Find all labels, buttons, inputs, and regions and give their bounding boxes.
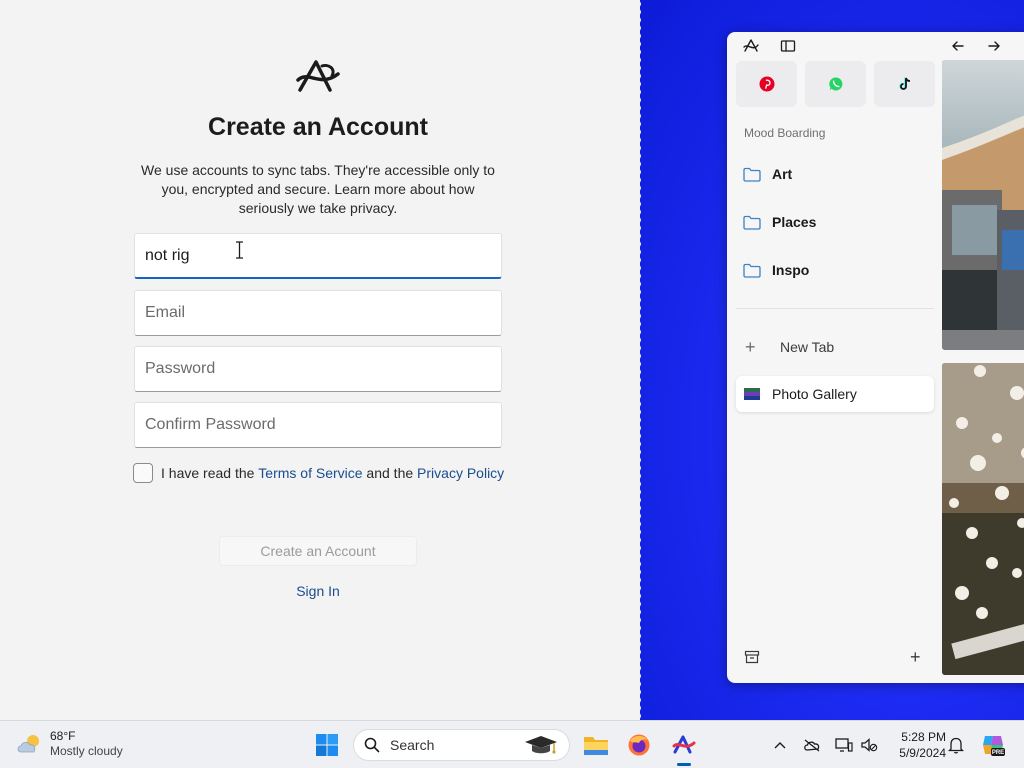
taskbar-search-box[interactable]: Search [353, 729, 570, 761]
system-clock[interactable]: 5:28 PM 5/9/2024 [888, 729, 946, 761]
onedrive-tray-button[interactable] [802, 735, 822, 755]
plus-icon: + [745, 337, 756, 357]
wavy-edge [630, 0, 641, 720]
graduation-cap-icon [525, 736, 557, 754]
folder-icon [743, 215, 761, 230]
network-icon [835, 738, 853, 752]
folder-art[interactable]: Art [735, 154, 935, 194]
folder-icon [743, 263, 761, 278]
arc-browser-button[interactable] [668, 729, 700, 761]
folder-places[interactable]: Places [735, 202, 935, 242]
space-name-label: Mood Boarding [744, 126, 826, 140]
page-title: Create an Account [208, 113, 428, 141]
cloud-offline-icon [804, 739, 820, 752]
weather-temperature: 68°F [50, 729, 76, 743]
chevron-up-icon [774, 742, 786, 749]
signup-page: Create an Account We use accounts to syn… [0, 0, 640, 720]
speaker-muted-icon [861, 738, 878, 752]
notifications-button[interactable] [946, 735, 966, 755]
volume-tray-button[interactable] [859, 735, 879, 755]
tab-photo-gallery[interactable]: Photo Gallery [736, 376, 934, 412]
active-app-indicator [677, 763, 691, 766]
bell-icon [948, 737, 964, 754]
cloudy-weather-icon [17, 735, 39, 753]
clock-date: 5/9/2024 [899, 746, 946, 760]
folder-label: Places [772, 214, 817, 230]
beach-aerial-photo [942, 60, 1024, 350]
string-lights-photo [942, 363, 1024, 675]
pinterest-icon [759, 76, 774, 92]
weather-condition: Mostly cloudy [50, 744, 123, 758]
archive-icon[interactable] [744, 649, 760, 665]
confirm-password-field[interactable] [134, 402, 502, 448]
network-tray-button[interactable] [834, 735, 854, 755]
photo-gallery-favicon-icon [744, 388, 760, 400]
terms-checkbox[interactable] [133, 463, 153, 483]
folder-label: Inspo [772, 262, 810, 278]
name-field[interactable] [134, 233, 502, 279]
privacy-policy-link[interactable]: Privacy Policy [417, 465, 504, 481]
weather-widget[interactable]: 68°F Mostly cloudy [16, 729, 123, 759]
toggle-sidebar-icon[interactable] [780, 38, 796, 54]
tiktok-icon [898, 77, 910, 90]
sign-in-link[interactable]: Sign In [0, 583, 636, 599]
folder-label: Art [772, 166, 793, 182]
arc-menu-icon[interactable] [743, 38, 759, 54]
page-description: We use accounts to sync tabs. They're ac… [141, 162, 495, 216]
taskbar: 68°F Mostly cloudy Search 5:28 PM 5/9/20… [0, 720, 1024, 768]
arc-logo-icon [296, 60, 340, 92]
new-tab-button[interactable]: + New Tab [735, 330, 935, 364]
start-button[interactable] [311, 729, 343, 761]
new-tab-label: New Tab [780, 339, 835, 355]
firefox-icon [628, 734, 650, 756]
password-field[interactable] [134, 346, 502, 392]
clock-time: 5:28 PM [901, 730, 946, 744]
sidebar-toolbar [727, 32, 1024, 60]
terms-row: I have read the Terms of Service and the… [133, 462, 504, 484]
firefox-button[interactable] [623, 729, 655, 761]
favorite-pinterest[interactable] [736, 61, 797, 107]
search-icon [364, 737, 380, 753]
search-label: Search [390, 737, 435, 753]
copilot-button[interactable]: PRE [980, 732, 1006, 758]
whatsapp-icon [828, 77, 842, 91]
folder-icon [743, 167, 761, 182]
create-account-button[interactable]: Create an Account [219, 536, 417, 566]
email-field[interactable] [134, 290, 502, 336]
arc-browser-icon [672, 735, 696, 754]
show-hidden-icons-button[interactable] [770, 735, 790, 755]
arc-sidebar-panel: Mood Boarding Art Places Inspo + New Tab… [727, 32, 1024, 683]
folder-inspo[interactable]: Inspo [735, 250, 935, 290]
file-explorer-button[interactable] [580, 729, 612, 761]
new-space-plus-icon[interactable]: + [910, 648, 921, 666]
windows-start-icon [316, 734, 338, 756]
terms-middle: and the [362, 465, 418, 481]
file-explorer-icon [584, 737, 608, 755]
tab-label: Photo Gallery [772, 386, 857, 402]
favorite-tiktok[interactable] [874, 61, 935, 107]
terms-prefix: I have read the [161, 465, 259, 481]
sidebar-divider [736, 308, 934, 309]
forward-arrow-icon[interactable] [986, 38, 1002, 54]
favorite-whatsapp[interactable] [805, 61, 866, 107]
svg-text:PRE: PRE [992, 750, 1004, 756]
back-arrow-icon[interactable] [950, 38, 966, 54]
terms-of-service-link[interactable]: Terms of Service [258, 465, 362, 481]
copilot-icon: PRE [983, 736, 1005, 756]
